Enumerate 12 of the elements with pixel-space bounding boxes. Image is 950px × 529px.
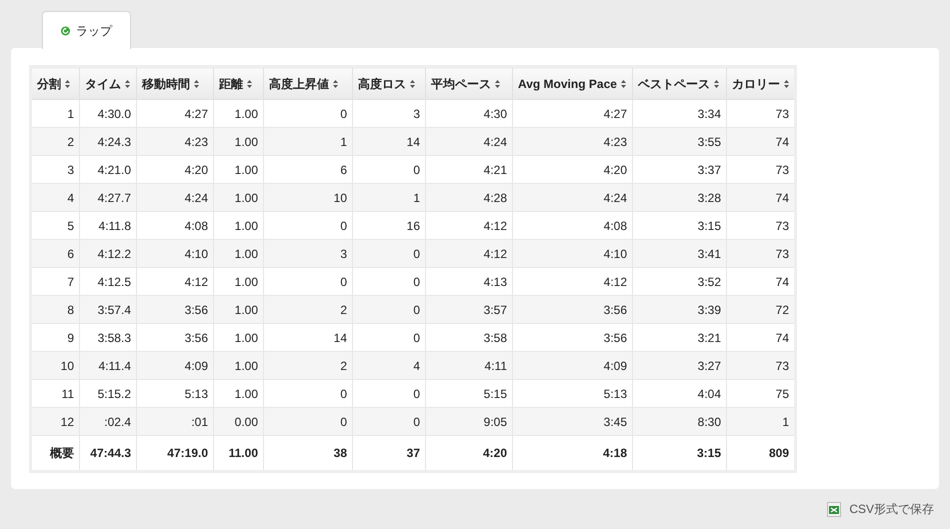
tab[interactable]: ラップ — [42, 11, 131, 49]
column-header[interactable]: Avg Moving Pace — [512, 66, 632, 100]
column-header[interactable]: タイム — [80, 66, 136, 100]
column-header[interactable]: 高度ロス — [352, 66, 426, 100]
column-header[interactable]: 平均ペース — [426, 66, 512, 100]
column-header[interactable]: カロリー — [726, 66, 796, 100]
column-header[interactable]: ベストペース — [632, 66, 726, 100]
column-header[interactable]: 距離 — [214, 66, 264, 100]
column-header[interactable]: 分割 — [30, 66, 80, 100]
export-csv-link[interactable]: CSV形式で保存 — [849, 500, 934, 518]
column-header[interactable]: 移動時間 — [136, 66, 214, 100]
column-header[interactable]: 高度上昇値 — [264, 66, 352, 100]
